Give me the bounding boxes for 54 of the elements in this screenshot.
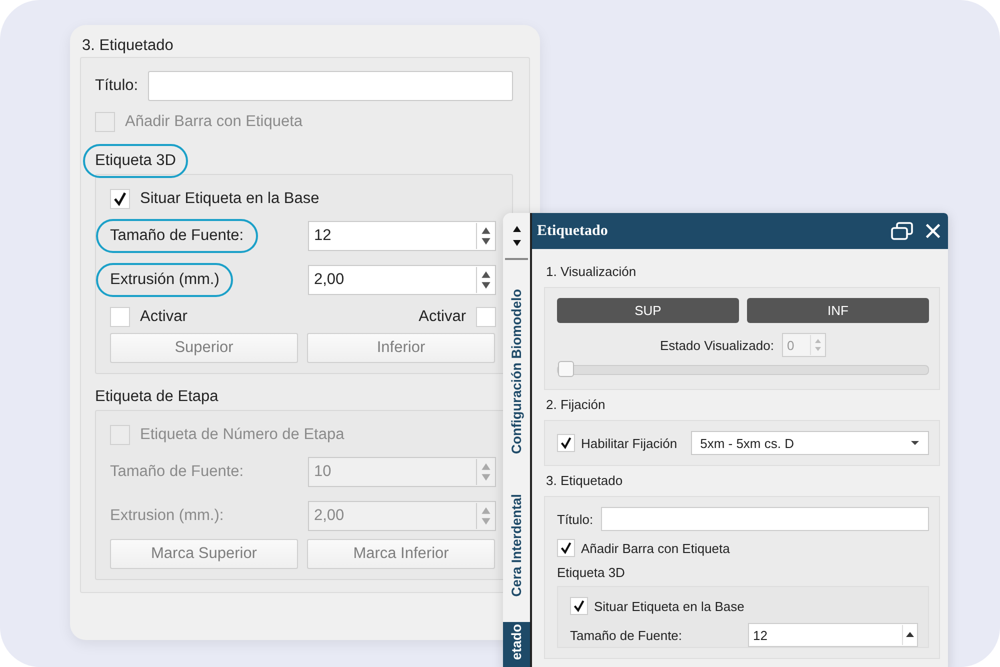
caret-icon	[910, 440, 920, 446]
checkbox-label: Activar	[140, 308, 188, 326]
field-label: Título:	[557, 512, 594, 526]
section-title: 3. Etiquetado	[82, 36, 174, 56]
close-icon[interactable]	[924, 222, 942, 240]
side-tab[interactable]: etado	[503, 622, 530, 667]
window-title: Etiquetado	[537, 222, 608, 240]
side-tab[interactable]: Cera Interdental	[503, 480, 530, 610]
restore-icon[interactable]	[890, 221, 914, 241]
scroll-up-icon[interactable]	[510, 224, 522, 234]
checkbox[interactable]	[476, 307, 496, 327]
spin-value: 10	[313, 463, 332, 481]
checkbox-label: Activar	[418, 308, 466, 326]
spin-value: 0	[786, 338, 796, 352]
field-label: Estado Visualizado:	[660, 338, 774, 352]
checkbox-label: Situar Etiqueta en la Base	[140, 190, 320, 208]
side-tab[interactable]: Configuración Biomodelo	[503, 270, 530, 472]
field-label: Tamaño de Fuente:	[570, 628, 682, 642]
subsection-title: Etiqueta de Etapa	[95, 388, 218, 406]
title-field[interactable]	[601, 507, 929, 531]
spin-box[interactable]: 12	[308, 221, 496, 251]
checkbox[interactable]	[570, 597, 588, 615]
spin-box[interactable]: 2,00	[308, 265, 496, 295]
dropdown-value: 5xm - 5xm cs. D	[700, 436, 794, 450]
spin-up-icon[interactable]	[902, 625, 917, 645]
spin-box[interactable]: 12	[748, 623, 918, 647]
checkbox[interactable]	[110, 307, 130, 327]
dropdown[interactable]: 5xm - 5xm cs. D	[691, 431, 929, 455]
field-label: Tamaño de Fuente:	[109, 462, 245, 482]
spin-value: 2,00	[313, 507, 346, 525]
spin-value: 12	[313, 227, 332, 245]
checkbox[interactable]	[557, 539, 575, 557]
field-label: Tamaño de Fuente:	[96, 219, 258, 253]
spin-value: 2,00	[313, 271, 346, 289]
view-button[interactable]: INF	[747, 298, 929, 323]
view-button[interactable]: SUP	[557, 298, 739, 323]
field-label: Extrusión (mm.)	[96, 263, 234, 297]
scroll-down-icon[interactable]	[510, 238, 522, 248]
checkbox[interactable]	[557, 434, 575, 452]
field-label: Título:	[95, 77, 138, 95]
checkbox-label: Añadir Barra con Etiqueta	[581, 540, 730, 556]
field-label: Extrusion (mm.):	[109, 506, 225, 526]
slider-thumb[interactable]	[558, 361, 574, 377]
spin-value: 12	[752, 628, 768, 642]
checkbox[interactable]	[110, 189, 130, 209]
checkbox-label: Etiqueta de Número de Etapa	[140, 426, 344, 444]
title-field[interactable]	[148, 71, 513, 101]
section-title: 2. Fijación	[546, 396, 606, 414]
checkbox-label: Situar Etiqueta en la Base	[594, 598, 744, 614]
section-title: 3. Etiquetado	[546, 472, 624, 490]
checkbox-label: Añadir Barra con Etiqueta	[125, 113, 302, 131]
subsection-title: Etiqueta 3D	[557, 565, 626, 580]
section-title: 1. Visualización	[546, 263, 638, 281]
checkbox-label: Habilitar Fijación	[581, 436, 678, 450]
